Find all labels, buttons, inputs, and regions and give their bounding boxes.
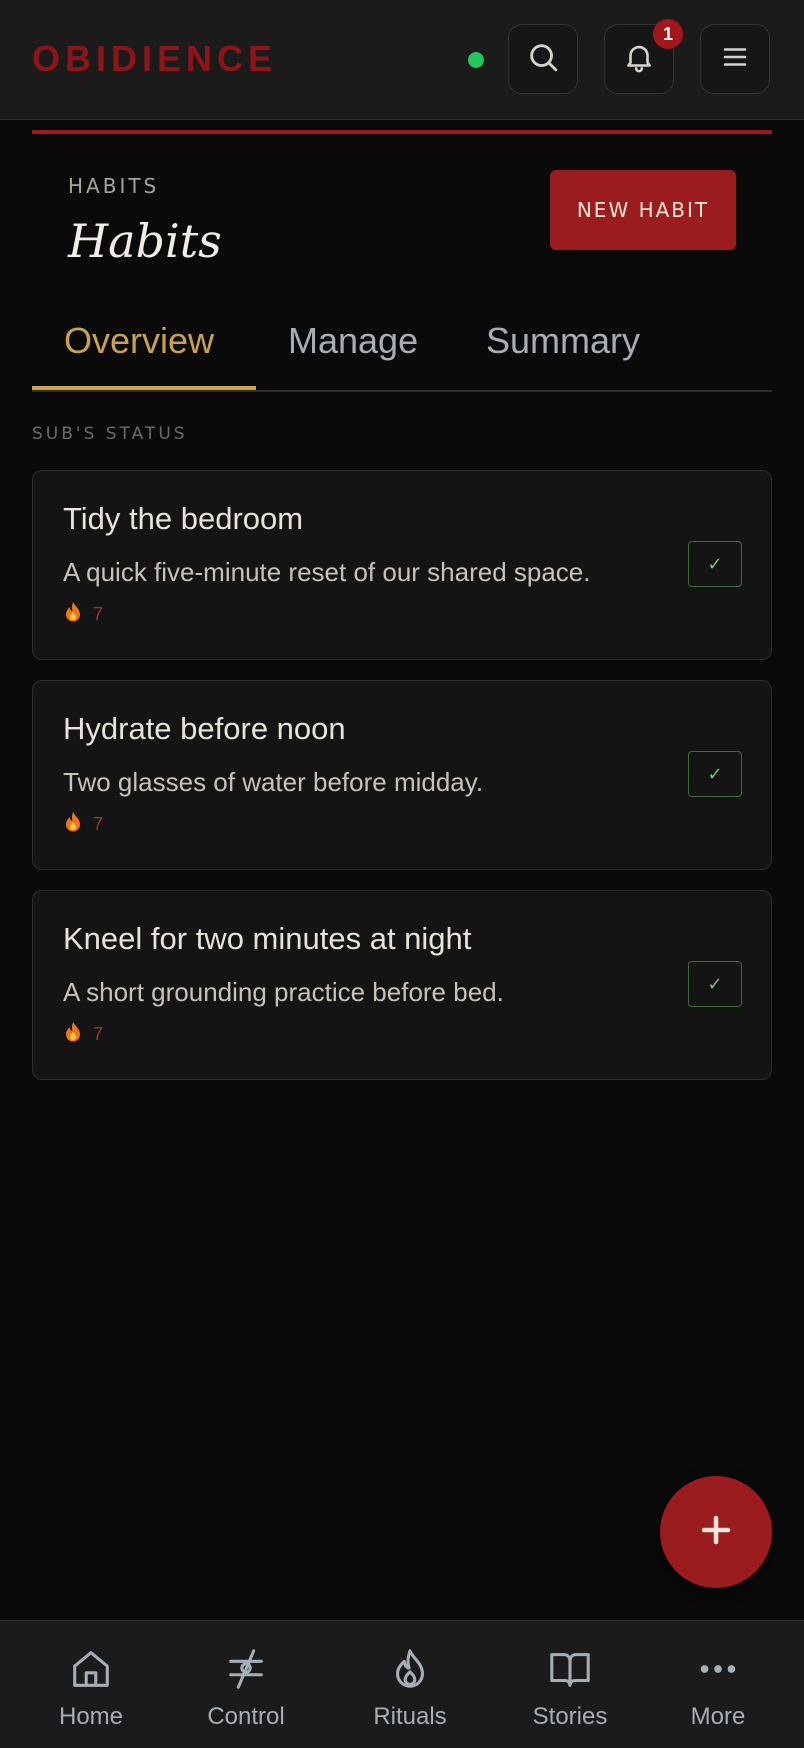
flame-icon: [63, 1021, 83, 1047]
more-icon: [695, 1643, 741, 1695]
flame-icon: [387, 1643, 433, 1695]
habit-title: Hydrate before noon: [63, 711, 346, 746]
header-divider: [32, 130, 772, 134]
control-icon: [223, 1643, 269, 1695]
habit-title: Kneel for two minutes at night: [63, 921, 472, 956]
nav-label: Stories: [532, 1703, 608, 1730]
streak-count: 7: [93, 603, 104, 624]
home-icon: [68, 1643, 114, 1695]
habit-card[interactable]: Kneel for two minutes at night A short g…: [32, 890, 772, 1080]
check-icon: ✓: [707, 763, 723, 785]
habit-description: Two glasses of water before midday.: [63, 767, 484, 797]
section-label: SUB'S STATUS: [32, 424, 188, 444]
complete-habit-button[interactable]: ✓: [688, 751, 742, 797]
notification-badge: 1: [653, 19, 683, 49]
nav-label: More: [690, 1703, 746, 1730]
habit-streak: 7: [63, 601, 103, 627]
nav-item-more[interactable]: More: [648, 1643, 788, 1731]
notifications-button[interactable]: 1: [604, 19, 683, 94]
habit-title: Tidy the bedroom: [63, 501, 304, 536]
nav-item-control[interactable]: Control: [176, 1643, 316, 1731]
search-button[interactable]: [508, 24, 578, 94]
page-eyebrow: HABITS: [68, 174, 160, 198]
search-icon: [526, 40, 560, 78]
book-icon: [546, 1643, 594, 1695]
flame-icon: [63, 811, 83, 837]
add-fab-button[interactable]: [660, 1476, 772, 1588]
streak-count: 7: [93, 813, 104, 834]
nav-label: Rituals: [373, 1703, 447, 1730]
nav-item-stories[interactable]: Stories: [500, 1643, 640, 1731]
complete-habit-button[interactable]: ✓: [688, 961, 742, 1007]
online-status-indicator: [468, 52, 484, 68]
habit-description: A short grounding practice before bed.: [63, 977, 504, 1007]
bottom-nav: Home Control Rituals Stories More: [0, 1620, 804, 1748]
tab-manage[interactable]: Manage: [288, 320, 418, 362]
check-icon: ✓: [707, 553, 723, 575]
bell-icon: [622, 40, 656, 78]
menu-button[interactable]: [700, 24, 770, 94]
nav-label: Control: [207, 1703, 285, 1730]
page-title: Habits: [68, 214, 222, 268]
flame-icon: [63, 601, 83, 627]
habit-streak: 7: [63, 1021, 103, 1047]
nav-item-rituals[interactable]: Rituals: [340, 1643, 480, 1731]
habit-card[interactable]: Tidy the bedroom A quick five-minute res…: [32, 470, 772, 660]
tabs-divider: [32, 390, 772, 392]
habit-description: A quick five-minute reset of our shared …: [63, 557, 591, 587]
menu-icon: [720, 42, 750, 76]
nav-label: Home: [58, 1703, 124, 1730]
tab-overview[interactable]: Overview: [64, 320, 214, 362]
new-habit-button[interactable]: NEW HABIT: [550, 170, 736, 250]
brand-logo[interactable]: OBIDIENCE: [32, 38, 277, 80]
check-icon: ✓: [707, 973, 723, 995]
habit-card[interactable]: Hydrate before noon Two glasses of water…: [32, 680, 772, 870]
plus-icon: [698, 1512, 734, 1552]
top-bar: OBIDIENCE 1: [0, 0, 804, 120]
active-tab-indicator: [32, 386, 256, 390]
complete-habit-button[interactable]: ✓: [688, 541, 742, 587]
tab-summary[interactable]: Summary: [486, 320, 640, 362]
streak-count: 7: [93, 1023, 104, 1044]
habit-streak: 7: [63, 811, 103, 837]
nav-item-home[interactable]: Home: [21, 1643, 161, 1731]
